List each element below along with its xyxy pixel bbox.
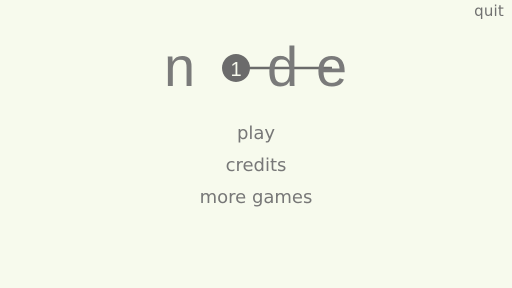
logo-svg: n 1 d e bbox=[164, 35, 347, 98]
logo-letter-e: e bbox=[316, 35, 347, 98]
logo-letter-n: n bbox=[164, 35, 195, 98]
game-logo: n 1 d e bbox=[150, 30, 370, 100]
menu-item-play[interactable]: play bbox=[237, 118, 275, 150]
menu-item-credits[interactable]: credits bbox=[226, 150, 287, 182]
logo-letter-d: d bbox=[267, 35, 298, 98]
logo-node-number: 1 bbox=[230, 59, 241, 81]
main-menu: play credits more games bbox=[0, 118, 512, 214]
quit-button[interactable]: quit bbox=[474, 2, 504, 20]
title-screen: quit n 1 d e play credits more games bbox=[0, 0, 512, 288]
menu-item-more-games[interactable]: more games bbox=[200, 182, 313, 214]
